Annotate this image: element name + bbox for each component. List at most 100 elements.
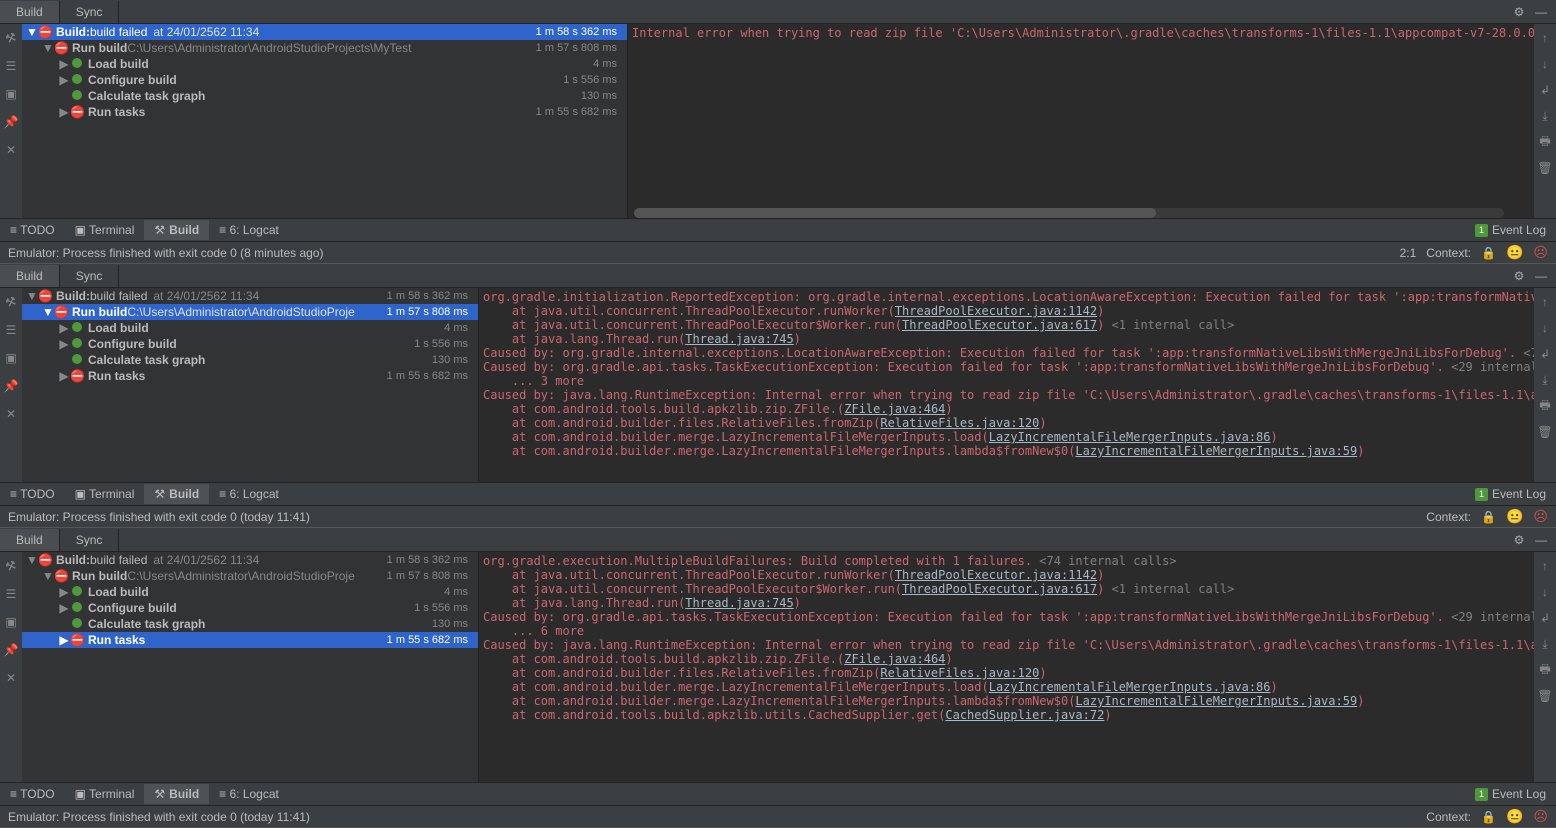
- console-output[interactable]: org.gradle.initialization.ReportedExcept…: [478, 288, 1534, 482]
- tree-row[interactable]: ▶Load build4 ms: [22, 584, 478, 600]
- tree-row[interactable]: Calculate task graph130 ms: [22, 352, 478, 368]
- pin-icon[interactable]: 📌: [3, 642, 19, 658]
- print-icon[interactable]: 🖶: [1537, 398, 1553, 414]
- close-icon[interactable]: ✕: [3, 406, 19, 422]
- tab-build[interactable]: ⚒ Build: [144, 484, 209, 504]
- source-link[interactable]: ThreadPoolExecutor.java:1142: [895, 304, 1097, 318]
- expand-arrow-icon[interactable]: ▼: [26, 289, 38, 303]
- close-icon[interactable]: ✕: [3, 142, 19, 158]
- hammer-icon[interactable]: ⚒: [1, 292, 22, 313]
- face-neutral-icon[interactable]: 😐: [1506, 808, 1523, 825]
- print-icon[interactable]: 🖶: [1537, 134, 1553, 150]
- face-sad-icon[interactable]: ☹: [1533, 508, 1548, 525]
- tree-row[interactable]: ▶⛔Run tasks1 m 55 s 682 ms: [22, 104, 627, 120]
- hammer-icon[interactable]: ⚒: [1, 28, 22, 49]
- expand-arrow-icon[interactable]: ▼: [26, 25, 38, 39]
- event-log-button[interactable]: Event Log: [1492, 787, 1546, 801]
- tab-terminal[interactable]: ▣ Terminal: [65, 484, 145, 504]
- tab-sync-top[interactable]: Sync: [60, 1, 120, 23]
- filter-icon[interactable]: ☰: [3, 322, 19, 338]
- expand-arrow-icon[interactable]: ▶: [58, 601, 70, 615]
- lock-icon[interactable]: 🔒: [1481, 510, 1496, 524]
- source-link[interactable]: LazyIncrementalFileMergerInputs.java:86: [989, 680, 1271, 694]
- expand-arrow-icon[interactable]: ▶: [58, 105, 70, 119]
- h-scrollbar[interactable]: [634, 208, 1504, 218]
- wrap-icon[interactable]: ↲: [1537, 346, 1553, 362]
- source-link[interactable]: Thread.java:745: [685, 596, 793, 610]
- minimize-icon[interactable]: —: [1530, 533, 1552, 547]
- tree-row[interactable]: ▶Load build4 ms: [22, 56, 627, 72]
- filter-icon[interactable]: ☰: [3, 586, 19, 602]
- tree-row[interactable]: ▼⛔Run build C:\Users\Administrator\Andro…: [22, 40, 627, 56]
- source-link[interactable]: LazyIncrementalFileMergerInputs.java:59: [1075, 694, 1357, 708]
- tree-row[interactable]: ▶⛔Run tasks1 m 55 s 682 ms: [22, 632, 478, 648]
- layout-icon[interactable]: ▣: [3, 614, 19, 630]
- expand-arrow-icon[interactable]: ▶: [58, 321, 70, 335]
- face-neutral-icon[interactable]: 😐: [1506, 508, 1523, 525]
- tree-row[interactable]: ▼⛔Build: build failedat 24/01/2562 11:34…: [22, 288, 478, 304]
- expand-arrow-icon[interactable]: ▶: [58, 57, 70, 71]
- wrap-icon[interactable]: ↲: [1537, 610, 1553, 626]
- build-tree[interactable]: ▼⛔Build: build failedat 24/01/2562 11:34…: [22, 552, 478, 782]
- scroll-icon[interactable]: ⤓: [1537, 108, 1553, 124]
- console-output[interactable]: Internal error when trying to read zip f…: [627, 24, 1534, 218]
- tab-build[interactable]: ⚒ Build: [144, 784, 209, 804]
- tree-row[interactable]: ▼⛔Run build C:\Users\Administrator\Andro…: [22, 568, 478, 584]
- source-link[interactable]: CachedSupplier.java:72: [945, 708, 1104, 722]
- build-tree[interactable]: ▼⛔Build: build failedat 24/01/2562 11:34…: [22, 288, 478, 482]
- expand-arrow-icon[interactable]: ▶: [58, 73, 70, 87]
- source-link[interactable]: RelativeFiles.java:120: [880, 416, 1039, 430]
- expand-arrow-icon[interactable]: ▼: [42, 569, 54, 583]
- expand-arrow-icon[interactable]: ▶: [58, 633, 70, 647]
- face-neutral-icon[interactable]: 😐: [1506, 244, 1523, 261]
- source-link[interactable]: ThreadPoolExecutor.java:617: [902, 318, 1097, 332]
- tab-sync-top[interactable]: Sync: [60, 265, 120, 287]
- tree-row[interactable]: Calculate task graph130 ms: [22, 88, 627, 104]
- face-sad-icon[interactable]: ☹: [1533, 244, 1548, 261]
- expand-arrow-icon[interactable]: ▼: [42, 41, 54, 55]
- source-link[interactable]: Thread.java:745: [685, 332, 793, 346]
- expand-arrow-icon[interactable]: ▼: [42, 305, 54, 319]
- source-link[interactable]: LazyIncrementalFileMergerInputs.java:86: [989, 430, 1271, 444]
- gear-icon[interactable]: ⚙: [1508, 265, 1530, 287]
- tab-todo[interactable]: ≡ TODO: [0, 784, 65, 804]
- close-icon[interactable]: ✕: [3, 670, 19, 686]
- source-link[interactable]: ZFile.java:464: [844, 402, 945, 416]
- tab-build[interactable]: ⚒ Build: [144, 220, 209, 240]
- gear-icon[interactable]: ⚙: [1508, 1, 1530, 23]
- down-icon[interactable]: ↓: [1537, 320, 1553, 336]
- source-link[interactable]: ZFile.java:464: [844, 652, 945, 666]
- wrap-icon[interactable]: ↲: [1537, 82, 1553, 98]
- tree-row[interactable]: ▼⛔Run build C:\Users\Administrator\Andro…: [22, 304, 478, 320]
- tab-sync-top[interactable]: Sync: [60, 529, 120, 551]
- tab-build-top[interactable]: Build: [0, 1, 60, 23]
- lock-icon[interactable]: 🔒: [1481, 810, 1496, 824]
- tab-logcat[interactable]: ≡ 6: Logcat: [209, 484, 289, 504]
- minimize-icon[interactable]: —: [1530, 5, 1552, 19]
- tree-row[interactable]: Calculate task graph130 ms: [22, 616, 478, 632]
- expand-arrow-icon[interactable]: ▼: [26, 553, 38, 567]
- source-link[interactable]: ThreadPoolExecutor.java:1142: [895, 568, 1097, 582]
- expand-arrow-icon[interactable]: ▶: [58, 337, 70, 351]
- up-icon[interactable]: ↑: [1537, 558, 1553, 574]
- layout-icon[interactable]: ▣: [3, 86, 19, 102]
- tab-terminal[interactable]: ▣ Terminal: [65, 784, 145, 804]
- source-link[interactable]: RelativeFiles.java:120: [880, 666, 1039, 680]
- tab-build-top[interactable]: Build: [0, 265, 60, 287]
- event-log-button[interactable]: Event Log: [1492, 487, 1546, 501]
- print-icon[interactable]: 🖶: [1537, 662, 1553, 678]
- trash-icon[interactable]: 🗑: [1537, 424, 1553, 440]
- gear-icon[interactable]: ⚙: [1508, 529, 1530, 551]
- pin-icon[interactable]: 📌: [3, 378, 19, 394]
- tab-terminal[interactable]: ▣ Terminal: [65, 220, 145, 240]
- tab-logcat[interactable]: ≡ 6: Logcat: [209, 784, 289, 804]
- tree-row[interactable]: ▼⛔Build: build failedat 24/01/2562 11:34…: [22, 552, 478, 568]
- tree-row[interactable]: ▶Load build4 ms: [22, 320, 478, 336]
- tab-logcat[interactable]: ≡ 6: Logcat: [209, 220, 289, 240]
- scroll-icon[interactable]: ⤓: [1537, 636, 1553, 652]
- source-link[interactable]: LazyIncrementalFileMergerInputs.java:59: [1075, 444, 1357, 458]
- scroll-icon[interactable]: ⤓: [1537, 372, 1553, 388]
- minimize-icon[interactable]: —: [1530, 269, 1552, 283]
- trash-icon[interactable]: 🗑: [1537, 160, 1553, 176]
- trash-icon[interactable]: 🗑: [1537, 688, 1553, 704]
